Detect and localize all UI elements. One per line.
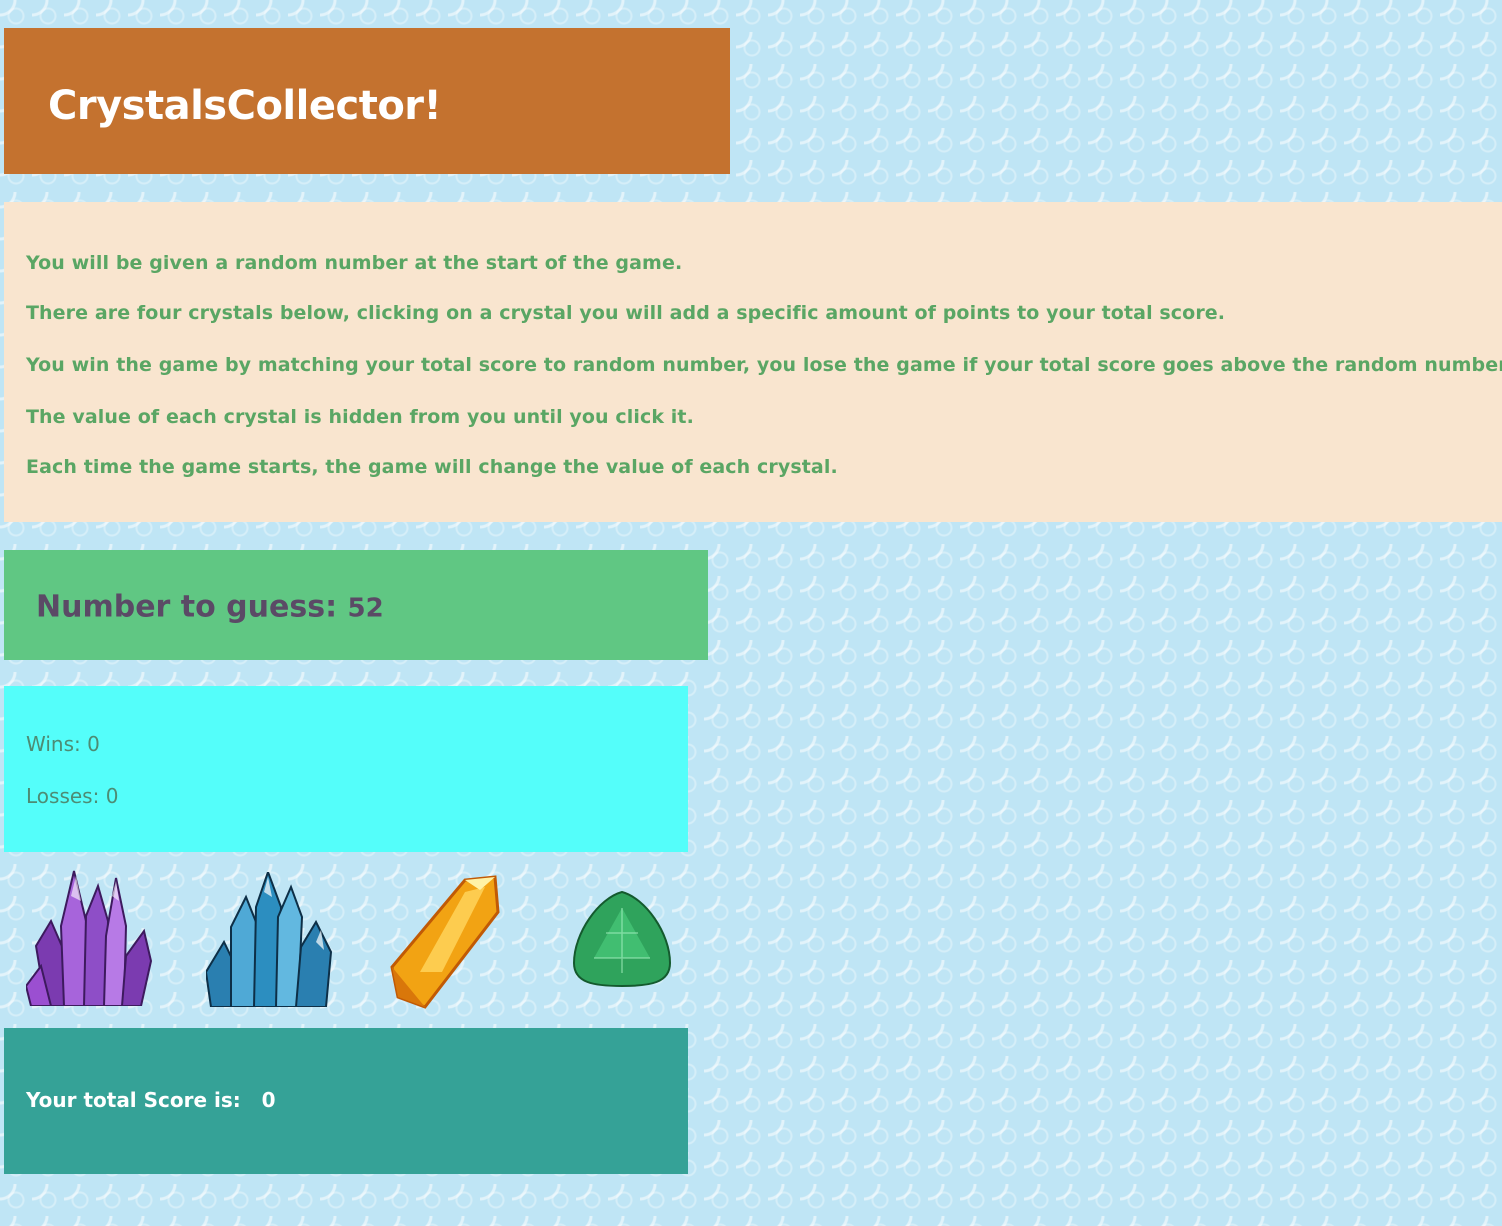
title-banner: CrystalsCollector! [4,28,730,174]
wins-label: Wins: [26,732,81,756]
blue-crystal-button[interactable] [206,872,336,1007]
wins-counter: Wins: 0 [26,732,100,756]
crystal-row [4,860,688,1020]
target-value: 52 [347,593,384,624]
instructions-panel: You will be given a random number at the… [4,202,1502,522]
instruction-line: There are four crystals below, clicking … [26,302,1226,324]
instruction-line: Each time the game starts, the game will… [26,456,838,478]
instruction-line: You win the game by matching your total … [26,354,1502,376]
score-panel: Your total Score is: 0 [4,1028,688,1174]
game-title: CrystalsCollector! [48,83,442,129]
losses-label: Losses: [26,784,100,808]
amber-crystal-button[interactable] [390,872,502,1012]
losses-value: 0 [105,784,119,808]
losses-counter: Losses: 0 [26,784,118,808]
stats-panel: Wins: 0 Losses: 0 [4,686,688,852]
purple-crystal-button[interactable] [26,866,156,1006]
wins-value: 0 [87,732,100,756]
target-number-display: Number to guess: 52 [36,590,384,625]
score-label: Your total Score is: [26,1088,241,1112]
target-label: Number to guess: [36,589,338,625]
score-value: 0 [261,1088,276,1112]
green-crystal-button[interactable] [570,888,674,988]
target-number-panel: Number to guess: 52 [4,550,708,660]
total-score-display: Your total Score is: 0 [26,1088,276,1112]
instruction-line: You will be given a random number at the… [26,252,683,274]
instruction-line: The value of each crystal is hidden from… [26,406,694,428]
